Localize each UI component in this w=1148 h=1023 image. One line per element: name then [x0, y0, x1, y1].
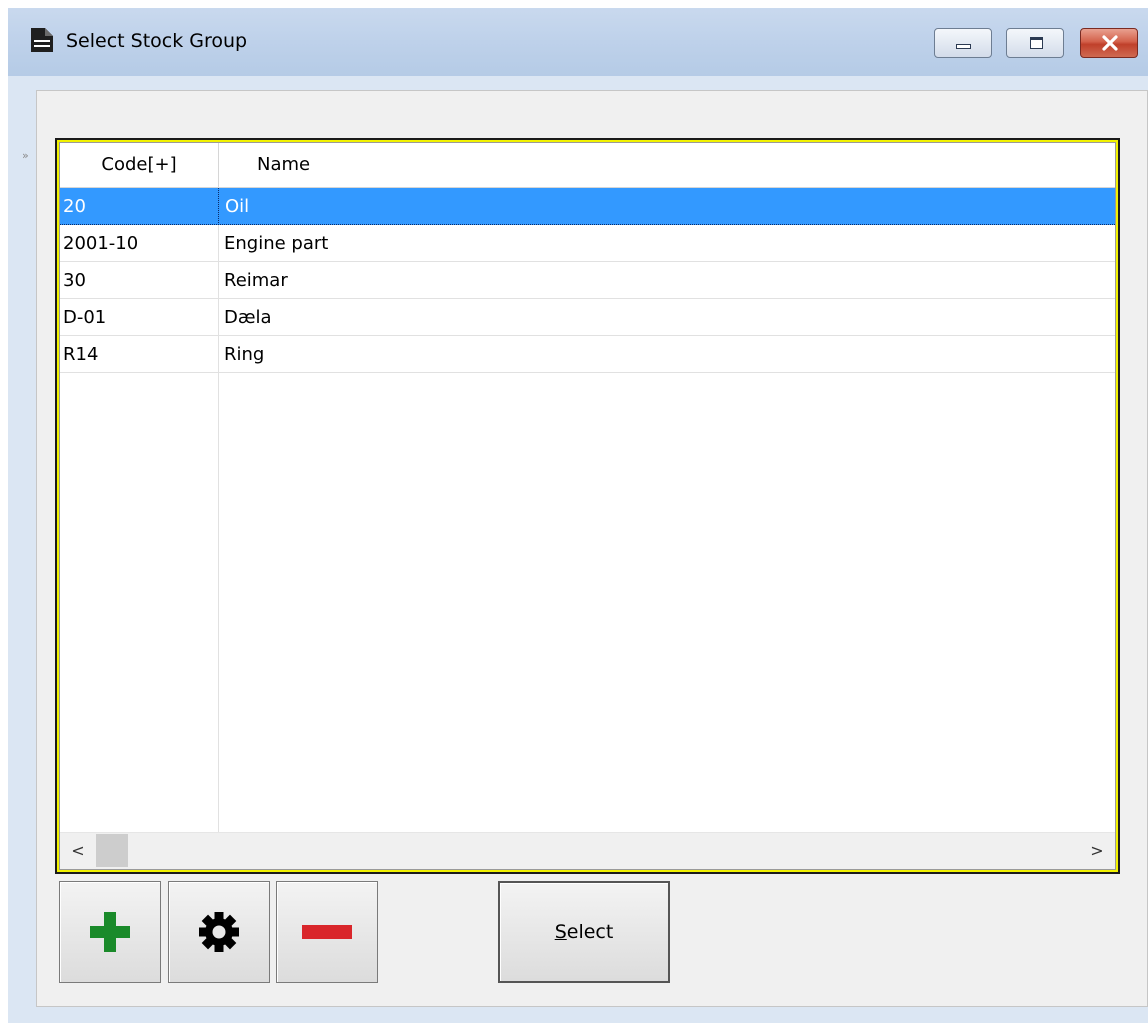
- cell-name: Engine part: [224, 233, 329, 254]
- minimize-icon: [956, 44, 971, 49]
- title-bar[interactable]: Select Stock Group: [8, 8, 1148, 76]
- document-icon: [31, 28, 53, 52]
- grid-rows: 20 Oil 2001-10 Engine part 30 Reimar D-0…: [60, 188, 1115, 373]
- plus-icon: [90, 912, 130, 952]
- settings-button[interactable]: [168, 881, 270, 983]
- table-row[interactable]: 30 Reimar: [60, 262, 1115, 299]
- horizontal-scrollbar[interactable]: < >: [60, 832, 1115, 869]
- window-title: Select Stock Group: [66, 30, 248, 52]
- cell-code: D-01: [63, 307, 107, 328]
- stock-group-grid-frame: Code[+] Name 20 Oil 2001-10 Engine part …: [55, 138, 1120, 874]
- table-row[interactable]: 2001-10 Engine part: [60, 225, 1115, 262]
- grid-header: Code[+] Name: [60, 143, 1115, 188]
- select-button[interactable]: Select: [498, 881, 670, 983]
- scroll-left-arrow-icon[interactable]: <: [60, 833, 96, 869]
- minus-icon: [302, 925, 352, 939]
- cell-code: 20: [63, 196, 86, 217]
- close-button[interactable]: [1080, 28, 1138, 58]
- add-button[interactable]: [59, 881, 161, 983]
- cell-name: Reimar: [224, 270, 288, 291]
- row-indicator: »: [22, 149, 29, 162]
- cell-name: Oil: [218, 188, 249, 225]
- cell-code: R14: [63, 344, 99, 365]
- maximize-icon: [1030, 37, 1043, 49]
- table-row[interactable]: R14 Ring: [60, 336, 1115, 373]
- maximize-button[interactable]: [1006, 28, 1064, 58]
- minimize-button[interactable]: [934, 28, 992, 58]
- stock-group-grid[interactable]: Code[+] Name 20 Oil 2001-10 Engine part …: [59, 142, 1116, 870]
- table-row[interactable]: 20 Oil: [60, 188, 1115, 225]
- select-button-label: Select: [554, 921, 614, 943]
- cell-name: Dæla: [224, 307, 272, 328]
- cell-code: 2001-10: [63, 233, 139, 254]
- column-header-code[interactable]: Code[+]: [60, 143, 219, 187]
- table-row[interactable]: D-01 Dæla: [60, 299, 1115, 336]
- scrollbar-thumb[interactable]: [96, 834, 128, 867]
- remove-button[interactable]: [276, 881, 378, 983]
- column-header-name[interactable]: Name: [219, 143, 310, 187]
- close-icon: [1102, 35, 1118, 51]
- gear-icon: [199, 912, 239, 952]
- cell-code: 30: [63, 270, 86, 291]
- scroll-right-arrow-icon[interactable]: >: [1079, 833, 1115, 869]
- cell-name: Ring: [224, 344, 265, 365]
